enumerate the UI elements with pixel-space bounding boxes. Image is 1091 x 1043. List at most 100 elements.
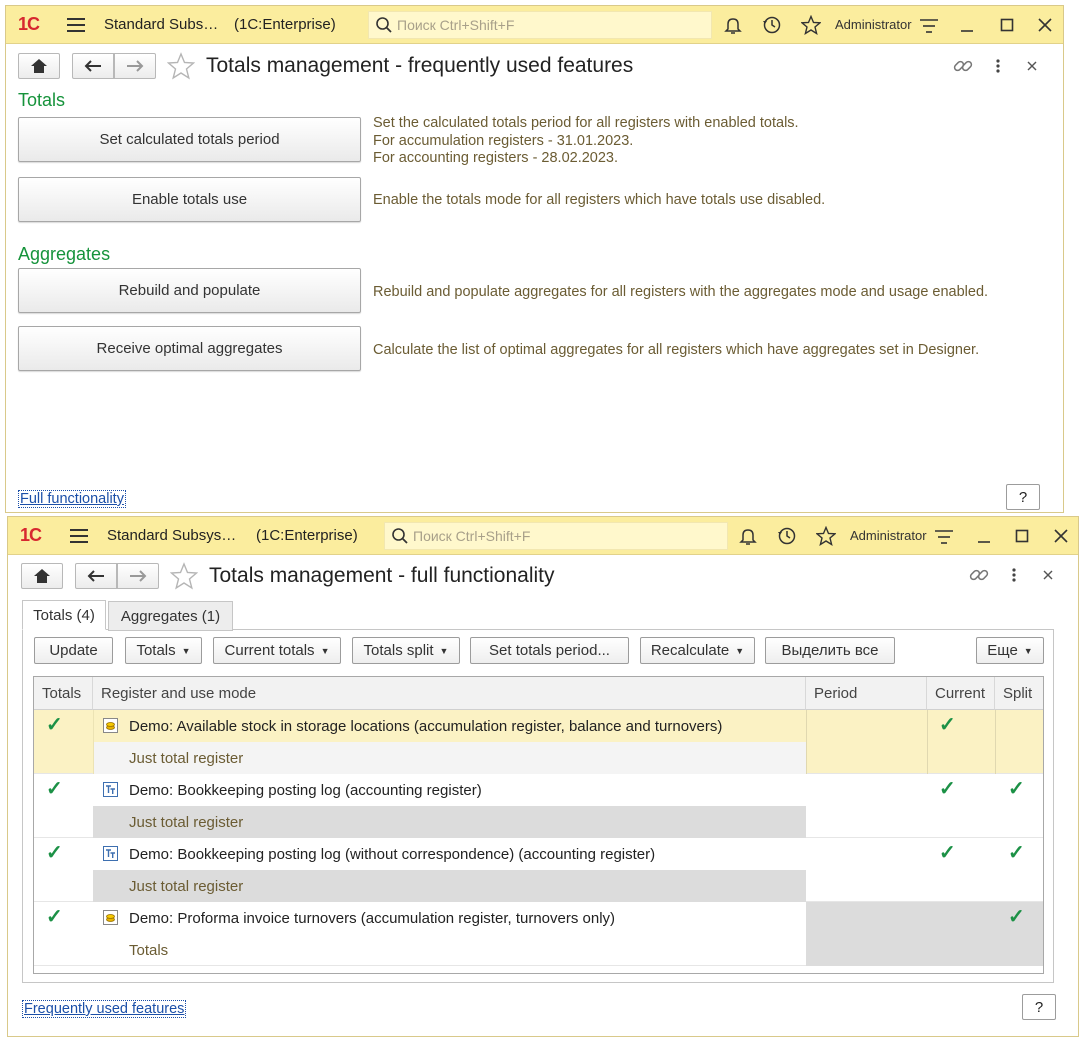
dropdown-arrow-icon: ▼ [320, 645, 330, 656]
split-check-icon: ✓ [1008, 778, 1025, 800]
link-icon[interactable] [968, 564, 990, 586]
help-button[interactable]: ? [1006, 484, 1040, 510]
split-check-icon: ✓ [1008, 906, 1025, 928]
register-name: Demo: Proforma invoice turnovers (accumu… [129, 909, 616, 927]
search-input[interactable]: Поиск Ctrl+Shift+F [384, 522, 728, 550]
split-check-icon: ✓ [1008, 842, 1025, 864]
settings-filter-icon[interactable] [933, 526, 955, 548]
table-row[interactable]: ✓ Demo: Proforma invoice turnovers (accu… [34, 902, 1043, 966]
totals-menu-button[interactable]: Totals ▼ [125, 637, 202, 664]
table-row[interactable]: ✓ Demo: Bookkeeping posting log (account… [34, 774, 1043, 838]
accounting-register-icon [103, 846, 118, 861]
add-to-favorites-star-icon[interactable] [170, 562, 198, 590]
close-form-icon[interactable] [1021, 55, 1043, 77]
receive-optimal-aggregates-button[interactable]: Receive optimal aggregates [18, 326, 361, 371]
minimize-icon[interactable] [956, 15, 978, 37]
notifications-bell-icon[interactable] [737, 525, 759, 547]
update-button[interactable]: Update [34, 637, 113, 664]
home-button[interactable] [18, 53, 60, 79]
optimal-aggregates-description: Calculate the list of optimal aggregates… [373, 342, 980, 358]
more-menu-button[interactable]: Еще ▼ [976, 637, 1044, 664]
maximize-icon[interactable] [996, 14, 1018, 36]
rebuild-description: Rebuild and populate aggregates for all … [373, 284, 989, 300]
column-header-split[interactable]: Split [995, 677, 1043, 710]
close-window-icon[interactable] [1034, 14, 1056, 36]
favorites-star-icon[interactable] [815, 525, 837, 547]
history-icon[interactable] [761, 14, 783, 36]
menu-icon[interactable] [70, 529, 88, 543]
window-full-functionality: 1C Standard Subsys… (1C:Enterprise) Поис… [7, 516, 1079, 1037]
1c-logo[interactable]: 1C [20, 525, 42, 546]
dropdown-arrow-icon: ▼ [735, 645, 745, 656]
totals-split-menu-button[interactable]: Totals split ▼ [352, 637, 460, 664]
table-row[interactable]: ✓ Demo: Available stock in storage locat… [34, 710, 1043, 774]
section-totals: Totals [18, 90, 66, 110]
register-name: Demo: Available stock in storage locatio… [129, 717, 723, 735]
column-header-totals[interactable]: Totals [34, 677, 93, 710]
forward-button[interactable] [114, 53, 156, 79]
settings-filter-icon[interactable] [918, 15, 940, 37]
arrow-right-icon [130, 570, 147, 582]
tab-aggregates[interactable]: Aggregates (1) [108, 601, 233, 631]
window-frequently-used: 1C Standard Subs… (1C:Enterprise) Поиск … [5, 5, 1064, 513]
full-functionality-link[interactable]: Full functionality [18, 490, 126, 508]
app-title: Standard Subsys… [107, 527, 237, 544]
maximize-icon[interactable] [1011, 525, 1033, 547]
accumulation-register-icon [103, 910, 118, 925]
totals-check-icon: ✓ [46, 906, 63, 928]
add-to-favorites-star-icon[interactable] [167, 52, 195, 80]
platform-label: (1C:Enterprise) [256, 527, 358, 544]
home-icon [34, 569, 50, 583]
enable-totals-use-button[interactable]: Enable totals use [18, 177, 361, 222]
totals-check-icon: ✓ [46, 842, 63, 864]
select-all-button[interactable]: Выделить все [765, 637, 895, 664]
more-actions-icon[interactable] [1003, 564, 1025, 586]
enable-totals-description: Enable the totals mode for all registers… [373, 192, 826, 208]
tab-totals[interactable]: Totals (4) [22, 600, 106, 630]
close-form-icon[interactable] [1037, 564, 1059, 586]
current-check-icon: ✓ [939, 778, 956, 800]
column-header-period[interactable]: Period [806, 677, 927, 710]
frequently-used-features-link[interactable]: Frequently used features [22, 1000, 187, 1018]
notifications-bell-icon[interactable] [722, 14, 744, 36]
set-totals-period-button[interactable]: Set totals period... [470, 637, 629, 664]
search-input[interactable]: Поиск Ctrl+Shift+F [368, 11, 712, 39]
search-icon [376, 17, 392, 33]
back-button[interactable] [75, 563, 117, 589]
link-icon[interactable] [952, 55, 974, 77]
user-name[interactable]: Administrator [835, 17, 912, 32]
help-button[interactable]: ? [1022, 994, 1056, 1020]
recalculate-menu-button[interactable]: Recalculate ▼ [640, 637, 755, 664]
current-totals-menu-button[interactable]: Current totals ▼ [213, 637, 341, 664]
more-actions-icon[interactable] [987, 55, 1009, 77]
title-bar: 1C Standard Subsys… (1C:Enterprise) Поис… [8, 517, 1078, 555]
accounting-register-icon [103, 782, 118, 797]
dropdown-arrow-icon: ▼ [1023, 645, 1033, 656]
dropdown-arrow-icon: ▼ [181, 645, 191, 656]
menu-icon[interactable] [67, 18, 85, 32]
set-calculated-totals-period-button[interactable]: Set calculated totals period [18, 117, 361, 162]
register-name: Demo: Bookkeeping posting log (accountin… [129, 781, 482, 799]
dropdown-arrow-icon: ▼ [439, 645, 449, 656]
title-bar: 1C Standard Subs… (1C:Enterprise) Поиск … [6, 6, 1063, 44]
section-aggregates: Aggregates [18, 244, 111, 264]
use-mode: Totals [129, 941, 169, 959]
1c-logo[interactable]: 1C [18, 14, 40, 35]
registers-table[interactable]: Totals Register and use mode Period Curr… [33, 676, 1044, 974]
rebuild-and-populate-button[interactable]: Rebuild and populate [18, 268, 361, 313]
back-button[interactable] [72, 53, 114, 79]
forward-button[interactable] [117, 563, 159, 589]
history-icon[interactable] [776, 525, 798, 547]
column-header-current[interactable]: Current [927, 677, 995, 710]
user-name[interactable]: Administrator [850, 528, 927, 543]
favorites-star-icon[interactable] [800, 14, 822, 36]
table-row[interactable]: ✓ Demo: Bookkeeping posting log (without… [34, 838, 1043, 902]
arrow-left-icon [87, 570, 104, 582]
use-mode: Just total register [129, 813, 244, 831]
home-button[interactable] [21, 563, 63, 589]
column-header-register[interactable]: Register and use mode [93, 677, 806, 710]
home-icon [31, 59, 47, 73]
minimize-icon[interactable] [973, 526, 995, 548]
form-title: Totals management - full functionality [209, 564, 555, 587]
close-window-icon[interactable] [1050, 525, 1072, 547]
